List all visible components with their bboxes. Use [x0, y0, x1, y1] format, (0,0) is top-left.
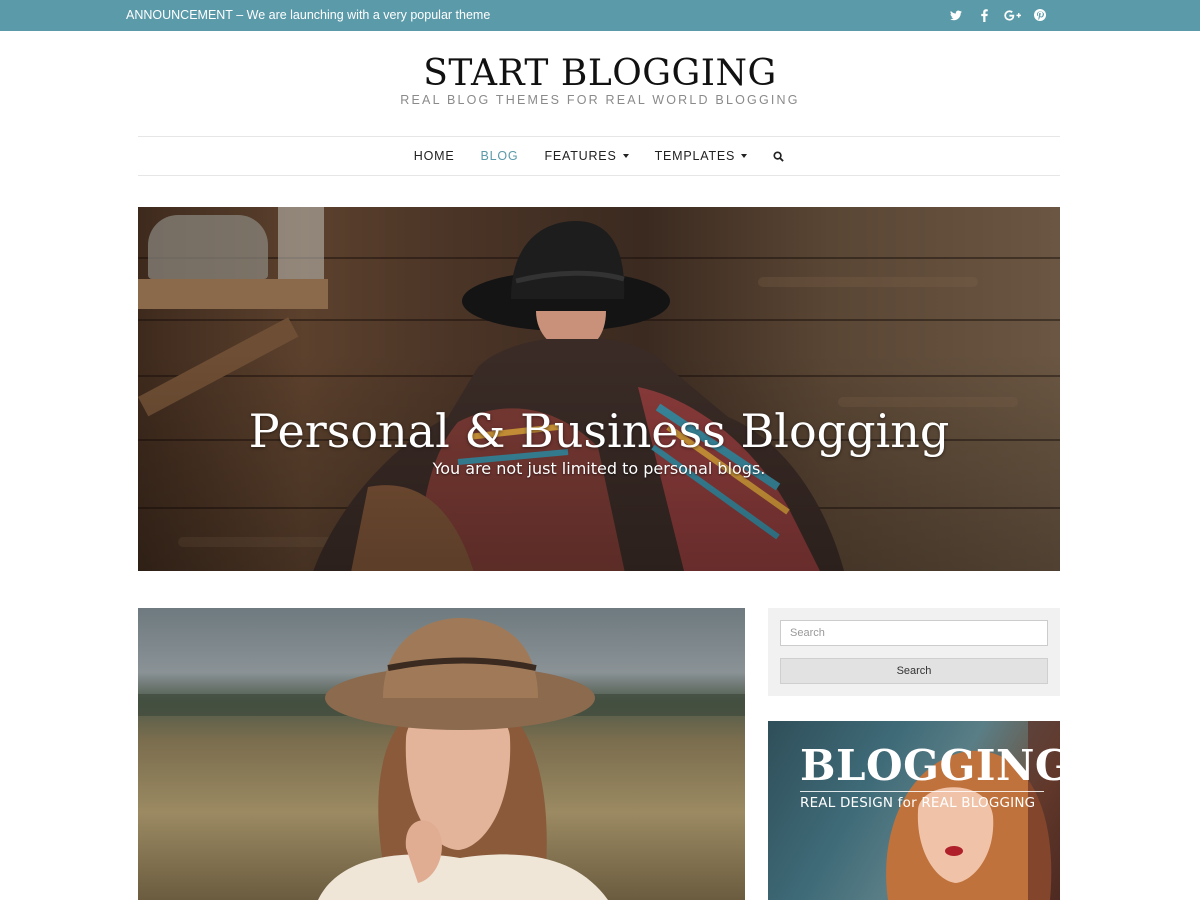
- nav-item-label: HOME: [413, 149, 455, 163]
- site-branding: START BLOGGING REAL BLOG THEMES FOR REAL…: [0, 52, 1200, 107]
- nav-item-blog[interactable]: BLOG: [468, 149, 532, 163]
- hero-subtitle: You are not just limited to personal blo…: [432, 459, 766, 478]
- site-title[interactable]: START BLOGGING: [0, 52, 1200, 96]
- banner-subtitle: REAL DESIGN for REAL BLOGGING: [800, 795, 1036, 811]
- nav-item-label: TEMPLATES: [654, 149, 736, 163]
- search-icon[interactable]: [760, 150, 797, 162]
- facebook-icon[interactable]: [970, 6, 998, 24]
- google-plus-icon[interactable]: [998, 6, 1026, 24]
- caret-down-icon: [741, 154, 748, 158]
- social-links: [942, 6, 1054, 24]
- main-navigation: HOME BLOG FEATURES TEMPLATES: [138, 136, 1060, 176]
- nav-item-label: BLOG: [480, 149, 519, 163]
- sidebar-banner[interactable]: BLOGGING REAL DESIGN for REAL BLOGGING: [768, 721, 1060, 900]
- announcement-bar: ANNOUNCEMENT – We are launching with a v…: [0, 0, 1200, 31]
- nav-item-label: FEATURES: [544, 149, 617, 163]
- search-button[interactable]: Search: [780, 658, 1048, 684]
- hero-slider[interactable]: Personal & Business Blogging You are not…: [138, 207, 1060, 571]
- site-tagline: REAL BLOG THEMES FOR REAL WORLD BLOGGING: [400, 93, 800, 107]
- hero-overlay: [138, 207, 1060, 571]
- caret-down-icon: [622, 154, 629, 158]
- nav-item-templates[interactable]: TEMPLATES: [642, 149, 761, 163]
- search-widget: Search: [768, 608, 1060, 696]
- nav-item-features[interactable]: FEATURES: [531, 149, 641, 163]
- banner-divider: [800, 791, 1044, 792]
- twitter-icon[interactable]: [942, 6, 970, 24]
- woman-in-field-photo: [138, 618, 745, 900]
- search-input[interactable]: [780, 620, 1048, 646]
- pinterest-icon[interactable]: [1026, 6, 1054, 24]
- hero-title: Personal & Business Blogging: [248, 404, 950, 458]
- banner-title: BLOGGING: [800, 741, 1060, 790]
- nav-item-home[interactable]: HOME: [401, 149, 468, 163]
- featured-post-image[interactable]: [138, 608, 745, 900]
- announcement-text: ANNOUNCEMENT – We are launching with a v…: [126, 8, 491, 22]
